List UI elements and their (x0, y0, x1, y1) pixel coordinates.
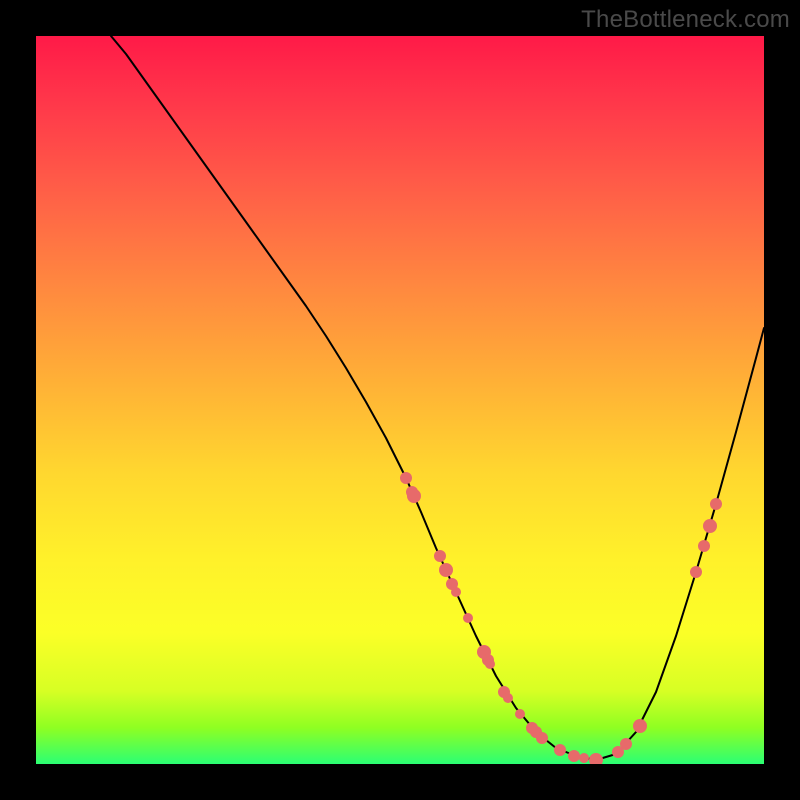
data-marker (579, 753, 589, 763)
data-marker (515, 709, 525, 719)
data-marker (703, 519, 717, 533)
data-marker (434, 550, 446, 562)
data-marker (407, 489, 421, 503)
data-marker (503, 693, 513, 703)
data-marker (400, 472, 412, 484)
data-marker (690, 566, 702, 578)
data-marker (439, 563, 453, 577)
data-marker (485, 659, 495, 669)
data-marker (710, 498, 722, 510)
data-marker (620, 738, 632, 750)
data-marker (554, 744, 566, 756)
data-marker (536, 732, 548, 744)
data-marker (463, 613, 473, 623)
data-marker (633, 719, 647, 733)
data-marker (451, 587, 461, 597)
chart-svg (36, 36, 764, 764)
marker-group (400, 472, 722, 764)
performance-curve (111, 36, 764, 760)
data-marker (589, 753, 603, 764)
chart-frame (36, 36, 764, 764)
watermark-text: TheBottleneck.com (581, 6, 790, 34)
data-marker (568, 750, 580, 762)
data-marker (698, 540, 710, 552)
